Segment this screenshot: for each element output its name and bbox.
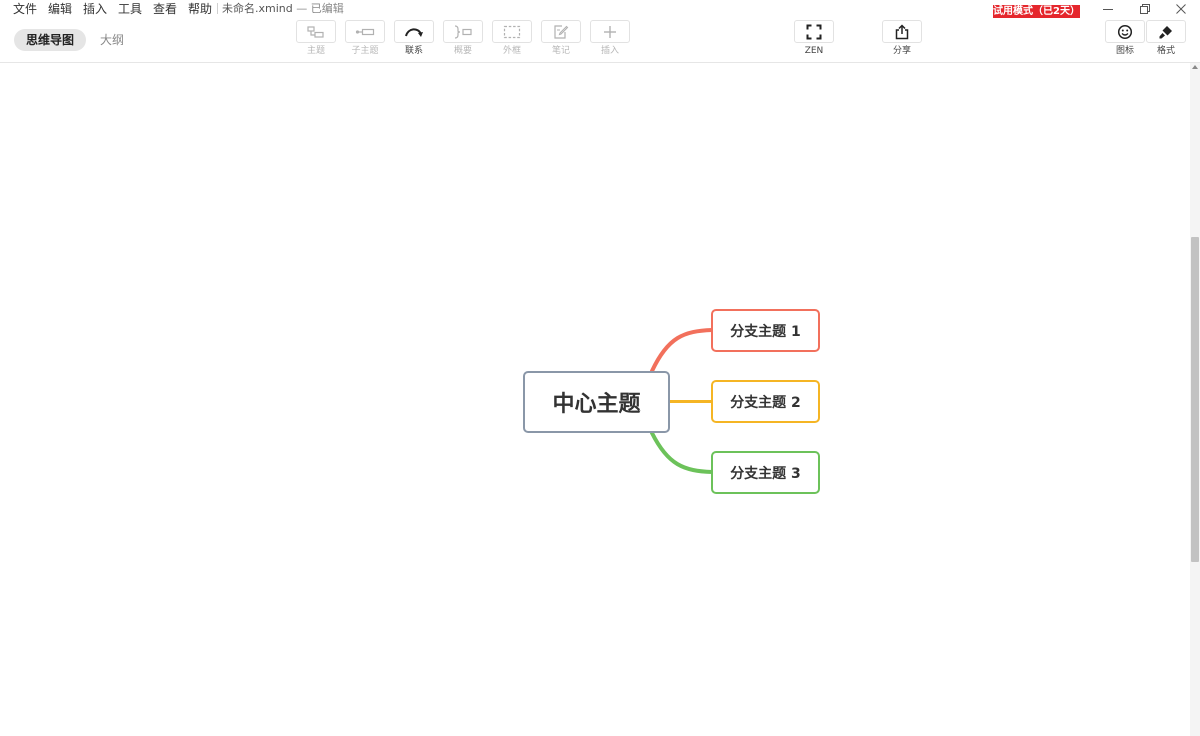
document-status: — 已编辑 bbox=[296, 2, 344, 15]
insert-button[interactable] bbox=[590, 20, 630, 43]
scroll-up-arrow-icon[interactable] bbox=[1192, 64, 1198, 70]
note-tool[interactable]: 笔记 bbox=[541, 20, 581, 58]
note-button[interactable] bbox=[541, 20, 581, 43]
restore-button[interactable] bbox=[1127, 0, 1163, 18]
summary-label: 概要 bbox=[453, 46, 472, 56]
format-tool[interactable]: 格式 bbox=[1146, 20, 1186, 58]
smiley-icon bbox=[1117, 24, 1133, 39]
menu-bar: 文件 编辑 插入 工具 查看 帮助 未命名.xmind — 已编辑 试用模式（已… bbox=[0, 0, 1200, 18]
trial-mode-badge[interactable]: 试用模式（已2天） bbox=[993, 5, 1080, 18]
document-name: 未命名.xmind bbox=[222, 2, 293, 15]
menu-view[interactable]: 查看 bbox=[153, 1, 177, 17]
relationship-icon bbox=[405, 27, 423, 37]
menu-separator bbox=[217, 3, 218, 14]
boundary-label: 外框 bbox=[502, 46, 521, 56]
menu-tools[interactable]: 工具 bbox=[118, 1, 142, 17]
zen-label: ZEN bbox=[804, 46, 824, 56]
share-button[interactable] bbox=[882, 20, 922, 43]
topic-button[interactable] bbox=[296, 20, 336, 43]
share-tool[interactable]: 分享 bbox=[882, 20, 922, 58]
close-icon bbox=[1176, 4, 1186, 14]
insert-label: 插入 bbox=[600, 46, 619, 56]
subtopic-tool[interactable]: 子主题 bbox=[345, 20, 385, 58]
menu-file[interactable]: 文件 bbox=[13, 1, 37, 17]
plus-icon bbox=[604, 25, 616, 38]
boundary-button[interactable] bbox=[492, 20, 532, 43]
tab-outline[interactable]: 大纲 bbox=[88, 29, 136, 51]
icons-button[interactable] bbox=[1105, 20, 1145, 43]
format-label: 格式 bbox=[1156, 46, 1175, 56]
branch-topic-2[interactable]: 分支主题 2 bbox=[711, 380, 820, 423]
minimize-icon bbox=[1103, 9, 1113, 10]
connector-branch-3 bbox=[650, 431, 714, 474]
summary-button[interactable] bbox=[443, 20, 483, 43]
boundary-tool[interactable]: 外框 bbox=[492, 20, 532, 58]
summary-tool[interactable]: 概要 bbox=[443, 20, 483, 58]
note-label: 笔记 bbox=[551, 46, 570, 56]
topic-label: 主题 bbox=[306, 46, 325, 56]
restore-icon bbox=[1140, 4, 1150, 14]
tab-mindmap[interactable]: 思维导图 bbox=[14, 29, 87, 51]
relationship-label: 联系 bbox=[404, 46, 423, 56]
summary-icon bbox=[454, 24, 472, 39]
scrollbar-thumb[interactable] bbox=[1191, 237, 1199, 562]
minimize-button[interactable] bbox=[1090, 0, 1126, 18]
zen-button[interactable] bbox=[794, 20, 834, 43]
subtopic-icon bbox=[355, 28, 375, 35]
boundary-icon bbox=[503, 25, 521, 38]
relationship-tool[interactable]: 联系 bbox=[394, 20, 434, 58]
note-icon bbox=[554, 24, 569, 39]
menu-edit[interactable]: 编辑 bbox=[48, 1, 72, 17]
menu-insert[interactable]: 插入 bbox=[83, 1, 107, 17]
branch-topic-1[interactable]: 分支主题 1 bbox=[711, 309, 820, 352]
close-button[interactable] bbox=[1163, 0, 1199, 18]
brush-icon bbox=[1159, 25, 1172, 38]
document-title: 未命名.xmind — 已编辑 bbox=[222, 2, 344, 16]
topic-icon bbox=[307, 25, 324, 38]
branch-topic-3[interactable]: 分支主题 3 bbox=[711, 451, 820, 494]
relationship-button[interactable] bbox=[394, 20, 434, 43]
zen-tool[interactable]: ZEN bbox=[794, 20, 834, 58]
fullscreen-icon bbox=[806, 24, 822, 39]
connector-branch-1 bbox=[650, 328, 714, 373]
format-button[interactable] bbox=[1146, 20, 1186, 43]
mindmap-canvas[interactable]: 中心主题 分支主题 1 分支主题 2 分支主题 3 bbox=[0, 63, 1190, 736]
menu-help[interactable]: 帮助 bbox=[188, 1, 212, 17]
topic-tool[interactable]: 主题 bbox=[296, 20, 336, 58]
subtopic-button[interactable] bbox=[345, 20, 385, 43]
central-topic[interactable]: 中心主题 bbox=[523, 371, 670, 433]
share-icon bbox=[895, 23, 909, 39]
share-label: 分享 bbox=[892, 46, 911, 56]
insert-tool[interactable]: 插入 bbox=[590, 20, 630, 58]
icons-tool[interactable]: 图标 bbox=[1105, 20, 1145, 58]
subtopic-label: 子主题 bbox=[351, 46, 379, 56]
